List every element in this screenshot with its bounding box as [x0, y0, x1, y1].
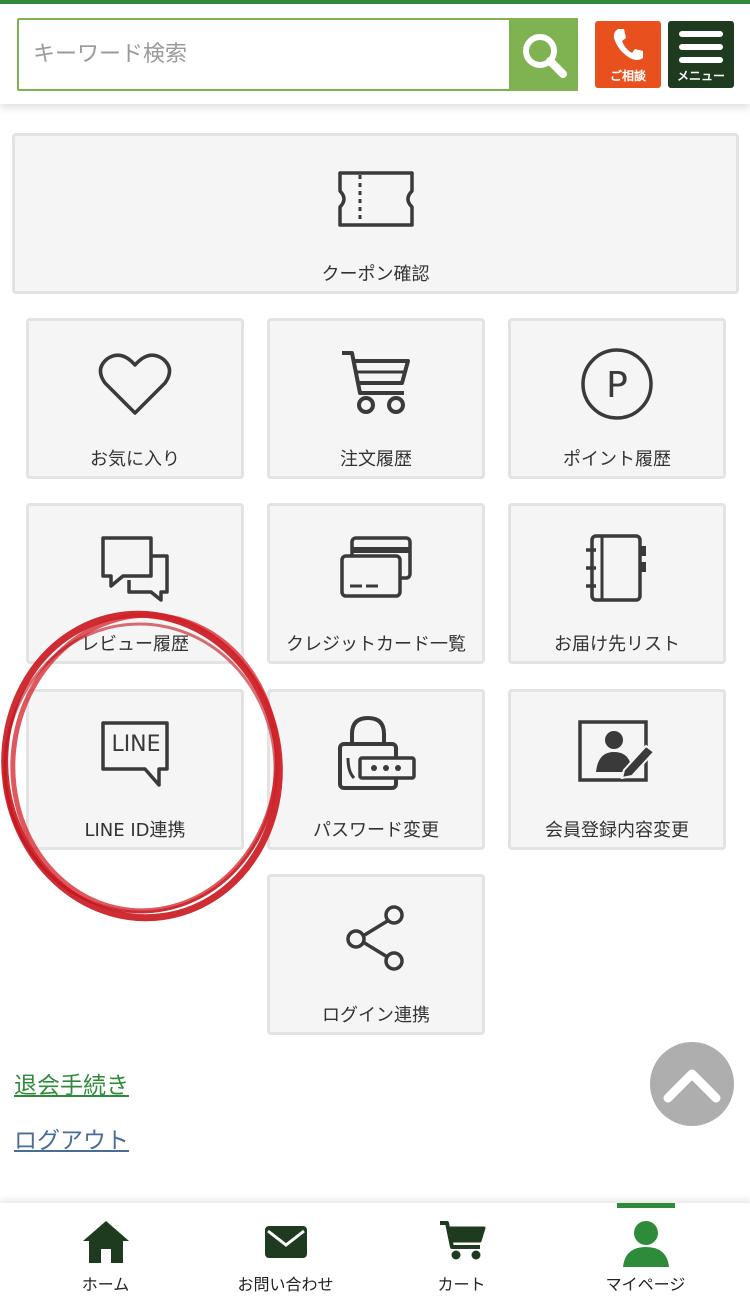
withdraw-link[interactable]: 退会手続き — [14, 1066, 129, 1100]
nav-cart-label: カート — [437, 1275, 486, 1294]
search-icon — [522, 33, 567, 78]
tile-points[interactable]: P ポイント履歴 — [508, 318, 726, 479]
tile-profile[interactable]: 会員登録内容変更 — [508, 689, 726, 850]
nav-home-label: ホーム — [81, 1275, 130, 1294]
tile-orders[interactable]: 注文履歴 — [267, 318, 485, 479]
nav-contact-label: お問い合わせ — [237, 1275, 334, 1294]
heart-icon — [98, 353, 172, 415]
svg-text:P: P — [606, 365, 628, 406]
tile-orders-label: 注文履歴 — [340, 449, 412, 470]
profile-edit-icon — [578, 720, 656, 782]
tile-cards[interactable]: クレジットカード一覧 — [267, 503, 485, 664]
tile-cards-label: クレジットカード一覧 — [286, 634, 466, 655]
tile-coupon-label: クーポン確認 — [321, 264, 430, 285]
bottom-nav: ホーム お問い合わせ カート マイページ — [0, 1203, 750, 1308]
cart-icon — [439, 1221, 485, 1260]
tile-password[interactable]: パスワード変更 — [267, 689, 485, 850]
tile-favorites-label: お気に入り — [90, 449, 180, 470]
tile-favorites[interactable]: お気に入り — [26, 318, 244, 479]
menu-label: メニュー — [676, 69, 725, 83]
consult-label: ご相談 — [609, 69, 646, 83]
hamburger-icon — [679, 31, 723, 63]
points-icon: P — [581, 348, 653, 420]
search-button[interactable] — [509, 18, 578, 91]
tile-reviews-label: レビュー履歴 — [81, 634, 189, 655]
nav-mypage-label: マイページ — [605, 1275, 686, 1294]
user-icon — [622, 1221, 669, 1267]
nav-home[interactable]: ホーム — [12, 1203, 199, 1308]
password-lock-icon — [338, 715, 416, 790]
ticket-icon — [337, 171, 414, 227]
search-input[interactable] — [19, 20, 509, 89]
nav-contact[interactable]: お問い合わせ — [192, 1203, 379, 1308]
tile-addresses-label: お届け先リスト — [554, 634, 680, 655]
nav-mypage[interactable]: マイページ — [552, 1203, 739, 1308]
tile-addresses[interactable]: お届け先リスト — [508, 503, 726, 664]
tile-reviews[interactable]: レビュー履歴 — [26, 503, 244, 664]
cart-icon — [342, 351, 410, 414]
logout-link[interactable]: ログアウト — [14, 1121, 129, 1155]
chat-bubbles-icon — [101, 536, 169, 602]
tile-coupon[interactable]: クーポン確認 — [12, 133, 739, 294]
home-icon — [82, 1221, 129, 1263]
search-box — [17, 18, 578, 91]
scroll-to-top-button[interactable] — [650, 1042, 734, 1126]
site-header: ご相談 メニュー — [0, 4, 750, 104]
tile-password-label: パスワード変更 — [313, 820, 439, 841]
tile-social[interactable]: ログイン連携 — [267, 874, 485, 1035]
chevron-up-icon — [663, 1069, 721, 1103]
share-icon — [346, 905, 404, 971]
nav-cart[interactable]: カート — [368, 1203, 555, 1308]
tile-line-label: LINE ID連携 — [84, 820, 186, 841]
phone-icon — [613, 29, 643, 60]
address-book-icon — [586, 534, 646, 602]
tile-points-label: ポイント履歴 — [563, 449, 671, 470]
tile-social-label: ログイン連携 — [322, 1005, 430, 1026]
nav-active-indicator — [617, 1203, 675, 1208]
line-icon-text: LINE — [111, 732, 161, 757]
mail-icon — [264, 1226, 307, 1258]
menu-button[interactable]: メニュー — [668, 21, 734, 88]
tile-line[interactable]: LINE LINE ID連携 — [26, 689, 244, 850]
tile-profile-label: 会員登録内容変更 — [545, 820, 689, 841]
credit-card-icon — [340, 536, 412, 598]
consult-button[interactable]: ご相談 — [595, 21, 661, 88]
